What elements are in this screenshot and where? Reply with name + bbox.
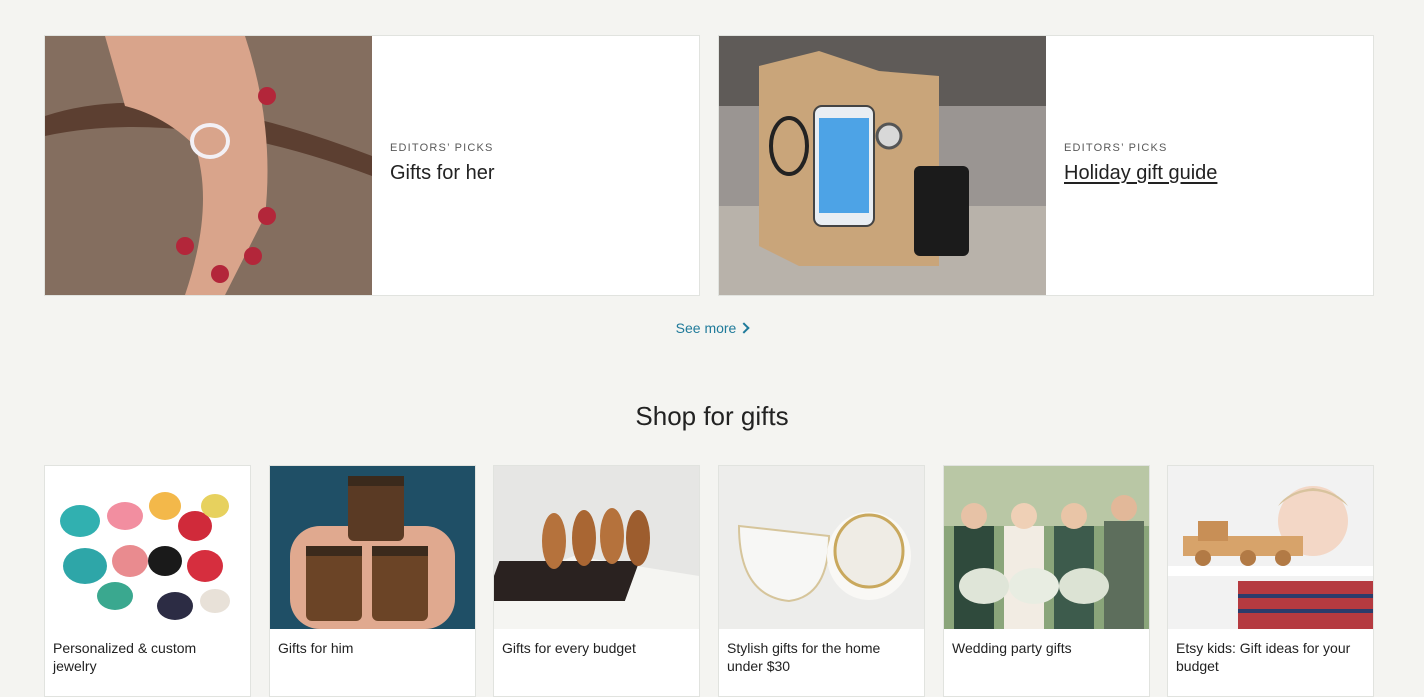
gift-tile-label: Gifts for him bbox=[278, 640, 354, 656]
gifts-for-him-image bbox=[270, 466, 475, 629]
editors-pick-card-gifts-for-her[interactable]: EDITORS’ PICKS Gifts for her bbox=[44, 35, 700, 296]
see-more-label: See more bbox=[675, 320, 737, 336]
etsy-kids-image bbox=[1168, 466, 1373, 629]
editors-pick-title[interactable]: Gifts for her bbox=[390, 162, 494, 185]
section-title: Shop for gifts bbox=[635, 401, 789, 431]
editors-pick-title[interactable]: Holiday gift guide bbox=[1064, 162, 1217, 185]
gift-tile-label: Stylish gifts for the home under $30 bbox=[727, 640, 881, 674]
gift-tile-every-budget[interactable]: Gifts for every budget bbox=[493, 465, 700, 697]
editors-pick-kicker: EDITORS’ PICKS bbox=[1064, 142, 1168, 154]
gift-tile-label: Etsy kids: Gift ideas for your budget bbox=[1176, 640, 1351, 674]
wedding-party-image bbox=[944, 466, 1149, 629]
gift-tile-etsy-kids[interactable]: Etsy kids: Gift ideas for your budget bbox=[1167, 465, 1374, 697]
chevron-right-icon bbox=[738, 322, 751, 334]
gift-tile-home-under-30[interactable]: Stylish gifts for the home under $30 bbox=[718, 465, 925, 697]
personalized-jewelry-image bbox=[45, 466, 250, 629]
editors-pick-kicker: EDITORS’ PICKS bbox=[390, 142, 494, 154]
gift-tile-gifts-for-him[interactable]: Gifts for him bbox=[269, 465, 476, 697]
gift-tile-label: Wedding party gifts bbox=[952, 640, 1072, 656]
gift-tile-label: Personalized & custom jewelry bbox=[53, 640, 197, 674]
gifts-for-her-image bbox=[45, 36, 372, 295]
gift-tile-personalized-jewelry[interactable]: Personalized & custom jewelry bbox=[44, 465, 251, 697]
editors-pick-card-holiday-gift-guide[interactable]: EDITORS’ PICKS Holiday gift guide bbox=[718, 35, 1374, 296]
gift-tile-wedding-party[interactable]: Wedding party gifts bbox=[943, 465, 1150, 697]
gift-tile-label: Gifts for every budget bbox=[502, 640, 636, 656]
holiday-gift-guide-image bbox=[719, 36, 1046, 295]
see-more-link[interactable]: See more bbox=[0, 320, 1424, 336]
home-gifts-image bbox=[719, 466, 924, 629]
every-budget-image bbox=[494, 466, 699, 629]
